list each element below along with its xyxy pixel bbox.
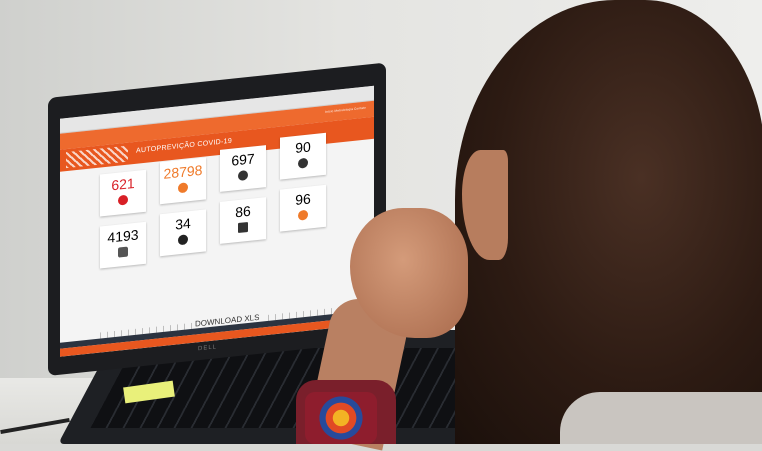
- stat-card: 697: [220, 145, 266, 192]
- stat-card: 4193: [100, 221, 146, 269]
- stat-card: 28798: [160, 157, 206, 205]
- stat-value: 90: [295, 138, 311, 157]
- virus-icon: [118, 194, 128, 206]
- stat-value: 86: [235, 202, 251, 221]
- device-icon: [238, 221, 248, 234]
- stat-card: 34: [160, 209, 206, 257]
- stat-value: 621: [111, 174, 135, 194]
- stat-card: 86: [220, 197, 266, 244]
- stat-value: 34: [175, 214, 191, 233]
- sleeve-pattern: [305, 392, 377, 444]
- nav-links[interactable]: Início Metodologia Contato: [325, 106, 366, 114]
- dashboard-title: AUTOPREVIÇÃO COVID-19: [136, 137, 233, 155]
- group-icon: [298, 209, 308, 221]
- clipboard-icon: [118, 246, 128, 258]
- person-icon: [178, 182, 188, 194]
- stat-card: 90: [280, 132, 326, 180]
- pattern-logo: [66, 145, 128, 169]
- stat-cards: 621 28798 697 90 4193 34 86 96: [100, 132, 340, 324]
- person-icon: [178, 234, 188, 246]
- group-icon: [298, 157, 308, 169]
- stat-card: 96: [280, 184, 326, 232]
- person-shirt: [560, 392, 762, 444]
- stat-value: 697: [231, 150, 255, 169]
- laptop-screen: Início Metodologia Contato AUTOPREVIÇÃO …: [60, 85, 374, 357]
- stat-value: 96: [295, 190, 311, 209]
- laptop-brand-label: DELL: [198, 344, 218, 353]
- stat-value: 28798: [163, 161, 203, 182]
- stat-value: 4193: [107, 226, 139, 246]
- house-icon: [238, 169, 248, 182]
- stat-card: 621: [100, 169, 146, 217]
